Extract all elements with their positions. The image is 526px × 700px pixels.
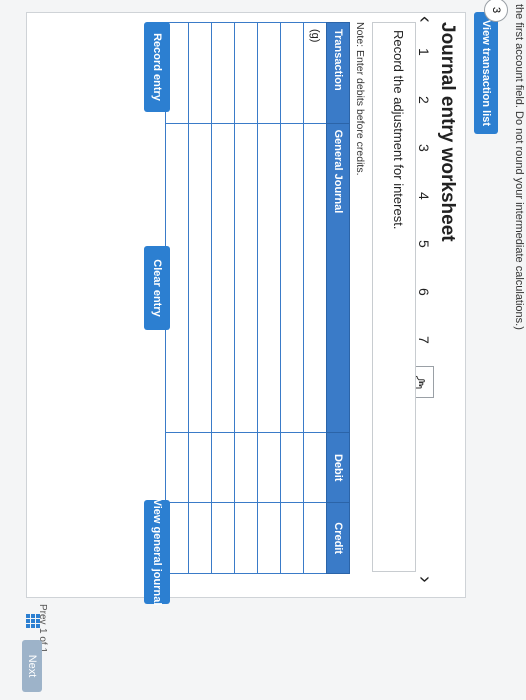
worksheet-title: Journal entry worksheet (437, 22, 458, 242)
credit-input[interactable] (303, 502, 327, 574)
nav-item-4[interactable]: 4 (416, 192, 432, 200)
instruction-text: Record the adjustment for interest. (391, 30, 406, 230)
account-input[interactable] (188, 123, 212, 433)
view-transaction-list-button[interactable]: View transaction list (474, 12, 498, 134)
clear-entry-button[interactable]: Clear entry (144, 246, 170, 330)
debit-input[interactable] (303, 432, 327, 503)
header-general-journal: General Journal (326, 123, 350, 433)
next-button[interactable]: Next (22, 640, 42, 692)
credit-input[interactable] (234, 502, 258, 574)
table-row (188, 22, 212, 574)
screenshot-stage: the first account field. Do not round yo… (0, 0, 526, 700)
transaction-cell (280, 22, 304, 124)
table-row (257, 22, 281, 574)
record-entry-button[interactable]: Record entry (144, 22, 170, 112)
table-row: (g) (303, 22, 327, 574)
header-credit: Credit (326, 502, 350, 574)
transaction-cell (211, 22, 235, 124)
account-input[interactable] (303, 123, 327, 433)
transaction-cell (188, 22, 212, 124)
table-row (280, 22, 304, 574)
nav-item-2[interactable]: 2 (416, 96, 432, 104)
debit-input[interactable] (211, 432, 235, 503)
account-input[interactable] (280, 123, 304, 433)
table-header-row: Transaction General Journal Debit Credit (326, 22, 350, 574)
nav-item-1[interactable]: 1 (416, 48, 432, 56)
debit-input[interactable] (234, 432, 258, 503)
table-row (234, 22, 258, 574)
instruction-top-line: the first account field. Do not round yo… (513, 4, 525, 330)
debit-credit-note: Note: Enter debits before credits. (354, 22, 366, 176)
table-row (211, 22, 235, 574)
nav-item-7[interactable]: 7 (416, 336, 432, 344)
credit-input[interactable] (257, 502, 281, 574)
header-debit: Debit (326, 432, 350, 503)
transaction-cell (234, 22, 258, 124)
credit-input[interactable] (280, 502, 304, 574)
transaction-cell: (g) (303, 22, 327, 124)
account-input[interactable] (257, 123, 281, 433)
header-transaction: Transaction (326, 22, 350, 124)
prev-arrow-icon[interactable]: ‹ (413, 16, 436, 23)
nav-item-6[interactable]: 6 (416, 288, 432, 296)
nav-item-3[interactable]: 3 (416, 144, 432, 152)
next-arrow-icon[interactable]: › (413, 576, 436, 583)
transaction-cell (257, 22, 281, 124)
nav-item-5[interactable]: 5 (416, 240, 432, 248)
account-input[interactable] (211, 123, 235, 433)
grid-icon[interactable] (26, 614, 40, 628)
debit-input[interactable] (188, 432, 212, 503)
debit-input[interactable] (280, 432, 304, 503)
view-general-journal-button[interactable]: View general journal (144, 499, 170, 605)
journal-table: Transaction General Journal Debit Credit… (165, 22, 350, 574)
rotated-page: the first account field. Do not round yo… (0, 0, 526, 700)
debit-input[interactable] (257, 432, 281, 503)
account-input[interactable] (234, 123, 258, 433)
credit-input[interactable] (211, 502, 235, 574)
credit-input[interactable] (188, 502, 212, 574)
debit-input[interactable] (165, 432, 189, 503)
